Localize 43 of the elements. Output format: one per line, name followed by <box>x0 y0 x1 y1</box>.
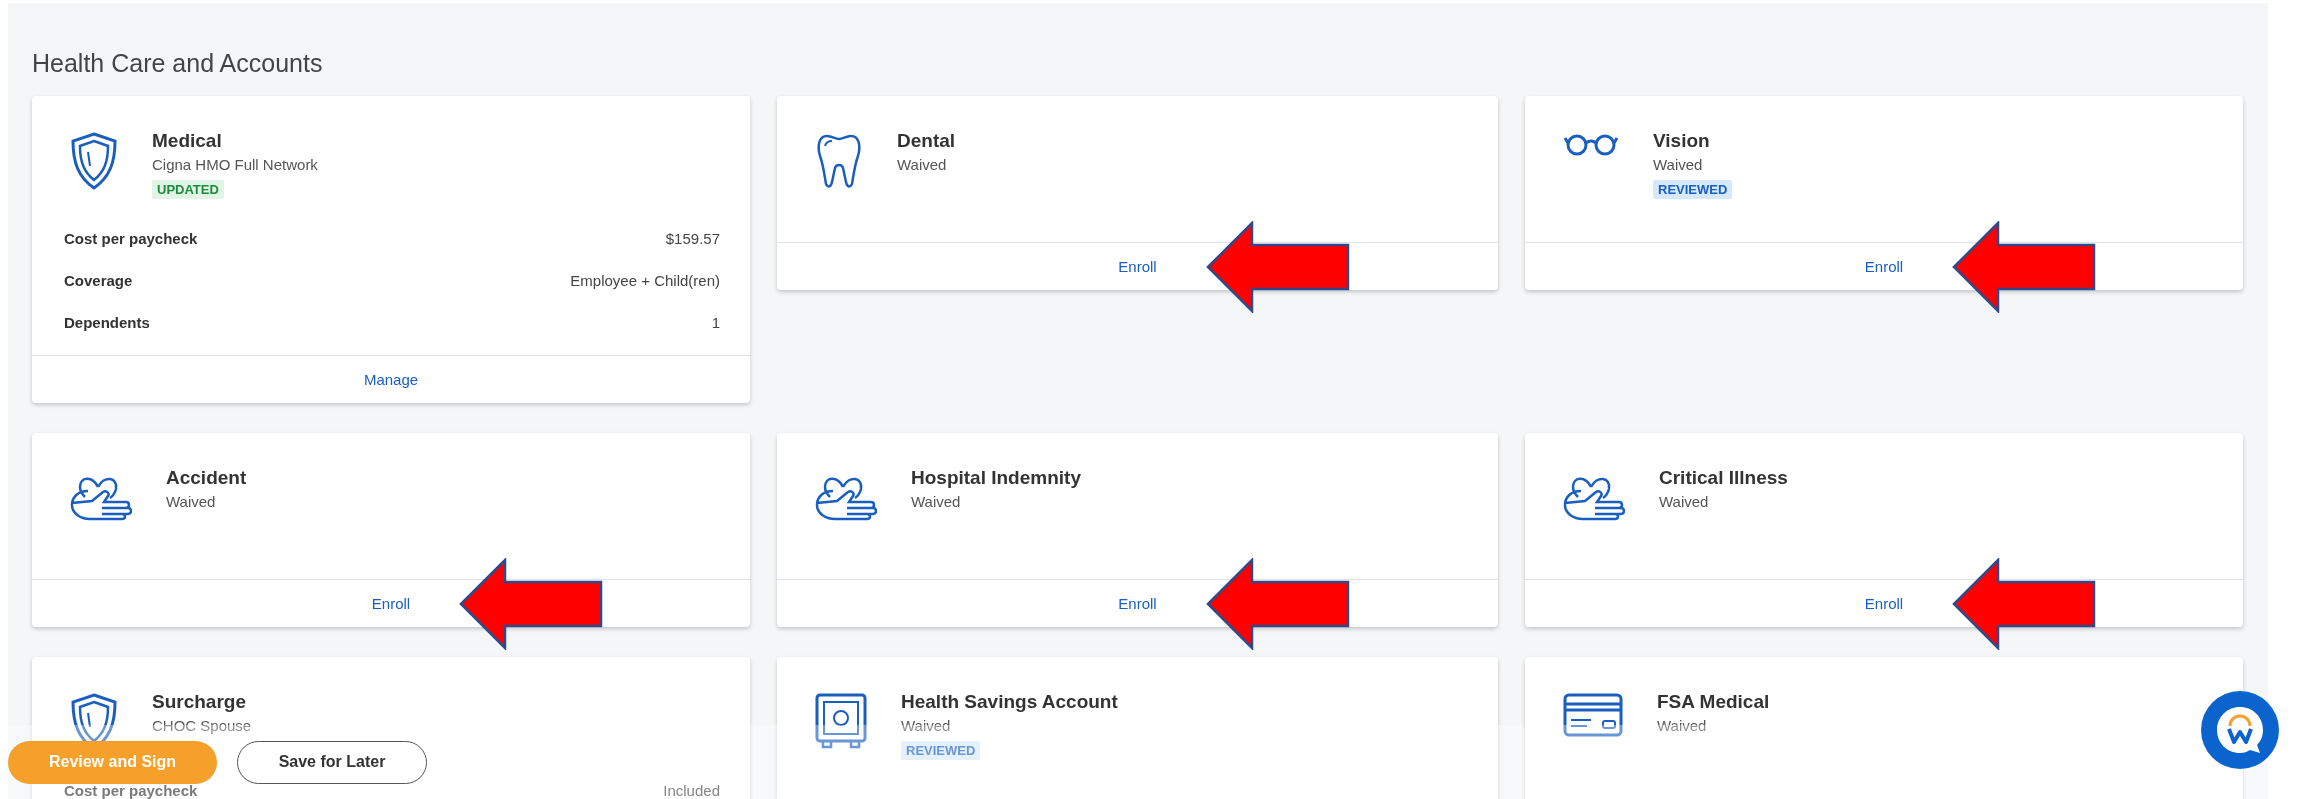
detail-value: Employee + Child(ren) <box>570 271 720 289</box>
card-title: Accident <box>166 467 247 489</box>
detail-value: 1 <box>711 313 720 331</box>
card-subtitle: Cigna HMO Full Network <box>152 156 318 173</box>
credit-card-icon <box>1563 693 1623 737</box>
detail-value: Included <box>663 781 720 799</box>
assistant-chat-button[interactable] <box>2200 690 2280 770</box>
card-action-link[interactable]: Enroll <box>1118 258 1157 275</box>
glasses-icon <box>1563 132 1619 156</box>
card-action-link[interactable]: Enroll <box>1864 595 1904 612</box>
card-action-link[interactable]: Enroll <box>1864 258 1904 275</box>
detail-label: Coverage <box>64 271 133 289</box>
card-action-link[interactable]: Enroll <box>1118 595 1157 612</box>
card-subtitle: CHOC Spouse <box>152 717 252 734</box>
save-button[interactable]: Save for Later <box>237 740 427 784</box>
detail-label: Dependents <box>64 313 150 331</box>
card-title: Surcharge <box>152 691 246 713</box>
card-title: Medical <box>152 130 222 152</box>
card-subtitle: Waived <box>897 156 947 173</box>
section-title: Health Care and Accounts <box>32 48 324 79</box>
card-action-link[interactable]: Enroll <box>371 595 411 612</box>
status-badge: REVIEWED <box>1653 180 1733 199</box>
card-title: Critical Illness <box>1659 467 1788 489</box>
card-subtitle: Waived <box>1653 156 1703 173</box>
detail-label: Cost per paycheck <box>64 781 198 799</box>
detail-label: Cost per paycheck <box>64 229 198 247</box>
card-title: Hospital Indemnity <box>911 467 1081 489</box>
card-title: FSA Medical <box>1657 691 1770 713</box>
card-title: Health Savings Account <box>901 691 1118 713</box>
card-subtitle: Waived <box>166 493 216 510</box>
card-subtitle: Waived <box>911 493 961 510</box>
status-badge: REVIEWED <box>901 741 981 760</box>
card-subtitle: Waived <box>1657 717 1707 734</box>
detail-value: $159.57 <box>665 229 720 247</box>
shield-icon <box>70 132 118 190</box>
card-action-link[interactable]: Manage <box>363 371 419 388</box>
card-subtitle: Waived <box>901 717 951 734</box>
card-title: Vision <box>1653 130 1710 152</box>
card-title: Dental <box>897 130 956 152</box>
card-subtitle: Waived <box>1659 493 1709 510</box>
safe-icon <box>815 693 867 749</box>
tooth-icon <box>815 132 863 190</box>
status-badge: UPDATED <box>152 180 224 199</box>
